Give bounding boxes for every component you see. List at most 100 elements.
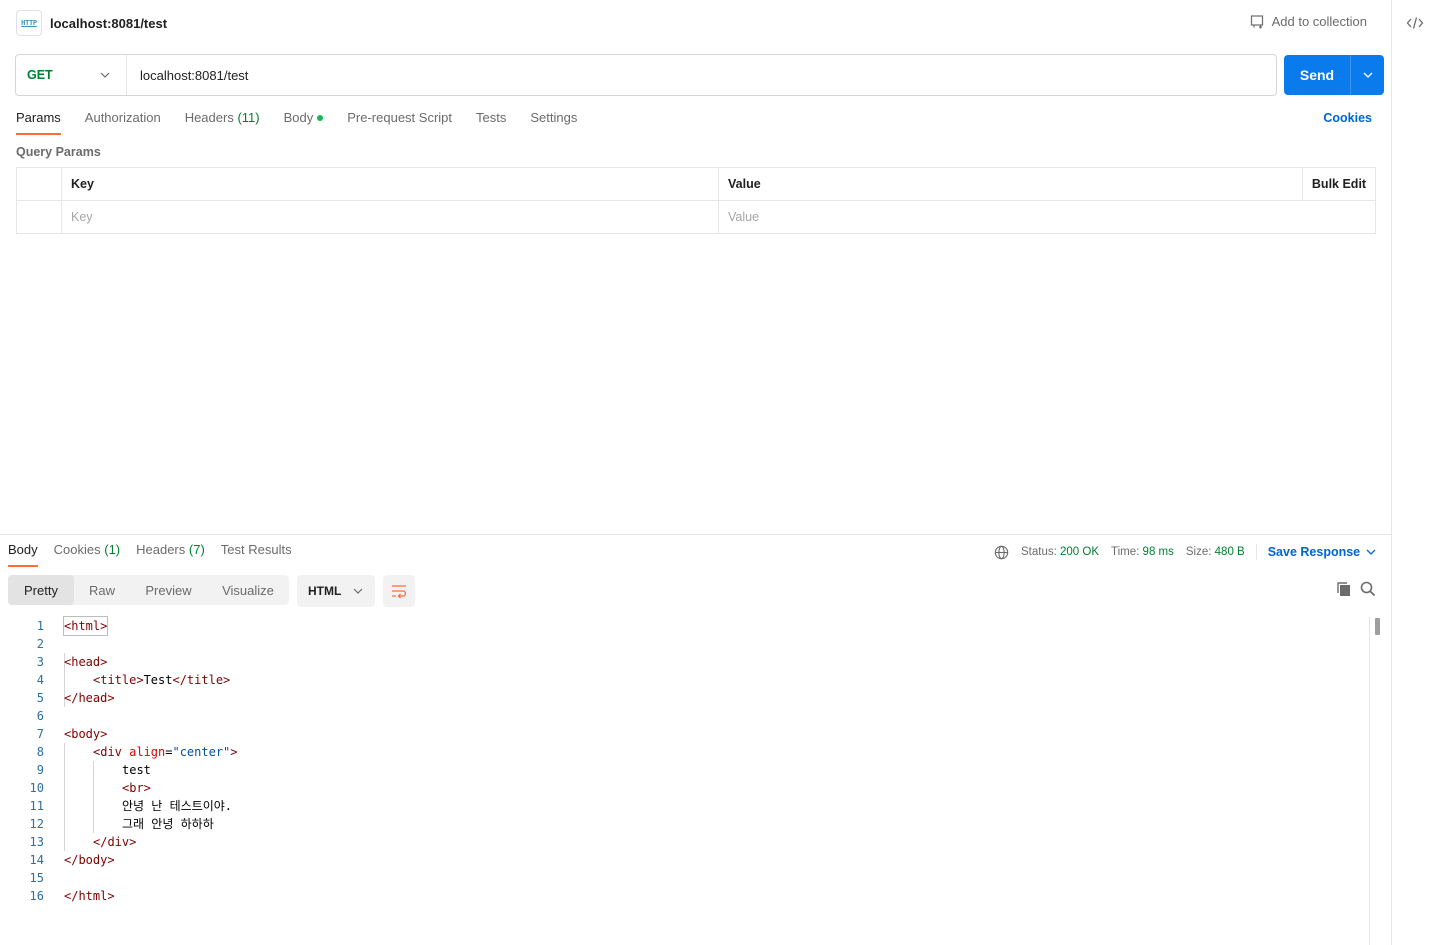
url-input[interactable] xyxy=(127,55,1276,95)
code-line: 7 <body> xyxy=(0,725,1368,743)
editor-scrollbar-track[interactable] xyxy=(1369,617,1370,945)
code-line: 3 <head> xyxy=(0,653,1368,671)
wrap-lines-icon xyxy=(392,585,407,598)
line-number: 1 xyxy=(36,619,44,633)
chevron-down-icon xyxy=(100,72,110,78)
code-line: 4 <title>Test</title> xyxy=(0,671,1368,689)
key-input[interactable]: Key xyxy=(61,200,719,234)
tab-label: Body xyxy=(283,110,314,125)
tab-label: Pre-request Script xyxy=(347,110,453,125)
code-line: 2 xyxy=(0,635,1368,653)
status-value[interactable]: 200 OK xyxy=(1060,546,1099,558)
code-text: </div> xyxy=(93,835,137,849)
save-response-label: Save Response xyxy=(1267,545,1361,559)
tab-params[interactable]: Params xyxy=(16,110,61,135)
send-options-button[interactable] xyxy=(1351,55,1384,95)
request-tabs: Params Authorization Headers (11) Body P… xyxy=(16,110,601,136)
code-line: 5 </head> xyxy=(0,689,1368,707)
code-text: <head> xyxy=(64,655,108,669)
copy-icon[interactable] xyxy=(1336,581,1352,597)
line-number: 5 xyxy=(36,691,44,705)
language-select[interactable]: HTML xyxy=(297,575,375,607)
size-label: Size: xyxy=(1185,546,1212,558)
tab-label: Headers xyxy=(184,110,234,125)
view-raw-button[interactable]: Raw xyxy=(74,575,130,605)
tab-headers[interactable]: Headers (11) xyxy=(185,110,260,135)
tab-response-body[interactable]: Body xyxy=(8,542,38,567)
response-meta: Status: 200 OK Time: 98 ms Size: 480 B S… xyxy=(994,544,1376,560)
response-divider[interactable] xyxy=(0,534,1391,535)
value-column-header: Value xyxy=(718,167,1303,201)
method-label: GET xyxy=(27,68,53,82)
send-button[interactable]: Send xyxy=(1284,55,1351,95)
cookies-link[interactable]: Cookies xyxy=(1323,111,1372,125)
language-label: HTML xyxy=(308,584,342,598)
tab-test-results[interactable]: Test Results xyxy=(221,542,292,567)
method-select[interactable]: GET xyxy=(16,55,127,95)
meta-divider xyxy=(1255,544,1257,560)
code-line: 16 </html> xyxy=(0,887,1368,905)
response-view-toggle: Pretty Raw Preview Visualize xyxy=(8,575,289,605)
save-response-button[interactable]: Save Response xyxy=(1268,545,1376,559)
code-text: <title>Test</title> xyxy=(93,673,231,687)
checkbox-column-header xyxy=(16,167,62,201)
status-label: Status: xyxy=(1021,546,1057,558)
code-text: </body> xyxy=(64,853,115,867)
tab-count: (7) xyxy=(188,542,205,557)
tab-response-cookies[interactable]: Cookies (1) xyxy=(54,542,120,567)
request-title[interactable]: localhost:8081/test xyxy=(50,16,167,31)
chevron-down-icon xyxy=(1366,549,1376,555)
tab-tests[interactable]: Tests xyxy=(476,110,506,135)
bulk-edit-button[interactable]: Bulk Edit xyxy=(1302,167,1376,201)
code-line: 15 xyxy=(0,869,1368,887)
tab-label: Headers xyxy=(136,542,186,557)
editor-scrollbar-thumb[interactable] xyxy=(1375,618,1380,635)
tab-response-headers[interactable]: Headers (7) xyxy=(136,542,205,567)
code-text: 안녕 난 테스트이야. xyxy=(122,799,232,813)
query-params-title: Query Params xyxy=(16,145,101,159)
chevron-down-icon xyxy=(1363,72,1372,78)
tab-label: Test Results xyxy=(220,542,292,557)
code-text: <br> xyxy=(122,781,151,795)
line-number: 8 xyxy=(36,745,44,759)
line-number: 11 xyxy=(29,799,44,813)
send-button-group: Send xyxy=(1284,55,1384,95)
tab-count: (1) xyxy=(104,542,121,557)
view-pretty-button[interactable]: Pretty xyxy=(8,575,74,605)
table-header-row: Key Value Bulk Edit xyxy=(16,167,1376,201)
wrap-lines-button[interactable] xyxy=(383,575,415,607)
tab-label: Tests xyxy=(476,110,507,125)
table-row: Key Value xyxy=(16,200,1376,234)
search-icon[interactable] xyxy=(1360,581,1376,597)
line-number: 12 xyxy=(29,817,44,831)
request-tab-header: HTTP localhost:8081/test xyxy=(16,10,167,36)
value-input[interactable]: Value xyxy=(718,200,1376,234)
response-tabs: Body Cookies (1) Headers (7) Test Result… xyxy=(8,542,308,568)
globe-icon[interactable] xyxy=(994,545,1009,560)
code-snippet-icon[interactable] xyxy=(1406,14,1424,32)
tab-settings[interactable]: Settings xyxy=(530,110,577,135)
code-line: 10 <br> xyxy=(0,779,1368,797)
tab-label: Settings xyxy=(530,110,578,125)
code-line: 11 안녕 난 테스트이야. xyxy=(0,797,1368,815)
response-body-editor[interactable]: 1 <html> 2 3 <head> 4 <title>Test</title> 5… xyxy=(0,616,1368,905)
code-text: <body> xyxy=(64,727,108,741)
code-line: 14 </body> xyxy=(0,851,1368,869)
code-text: <div align="center"> xyxy=(93,745,238,759)
tab-pre-request-script[interactable]: Pre-request Script xyxy=(347,110,452,135)
http-request-icon: HTTP xyxy=(16,10,42,36)
view-preview-button[interactable]: Preview xyxy=(130,575,207,605)
add-to-collection-button[interactable]: Add to collection xyxy=(1250,14,1367,29)
chevron-down-icon xyxy=(353,588,363,594)
code-text: 그래 안녕 하하하 xyxy=(122,817,214,831)
size-value[interactable]: 480 B xyxy=(1215,546,1245,558)
time-value[interactable]: 98 ms xyxy=(1143,546,1174,558)
tab-body[interactable]: Body xyxy=(284,110,324,135)
code-line: 8 <div align="center"> xyxy=(0,743,1368,761)
tab-authorization[interactable]: Authorization xyxy=(85,110,161,135)
code-line: 6 xyxy=(0,707,1368,725)
tab-label: Authorization xyxy=(84,110,161,125)
line-number: 7 xyxy=(36,727,44,741)
view-visualize-button[interactable]: Visualize xyxy=(207,575,289,605)
code-line: 9 test xyxy=(0,761,1368,779)
